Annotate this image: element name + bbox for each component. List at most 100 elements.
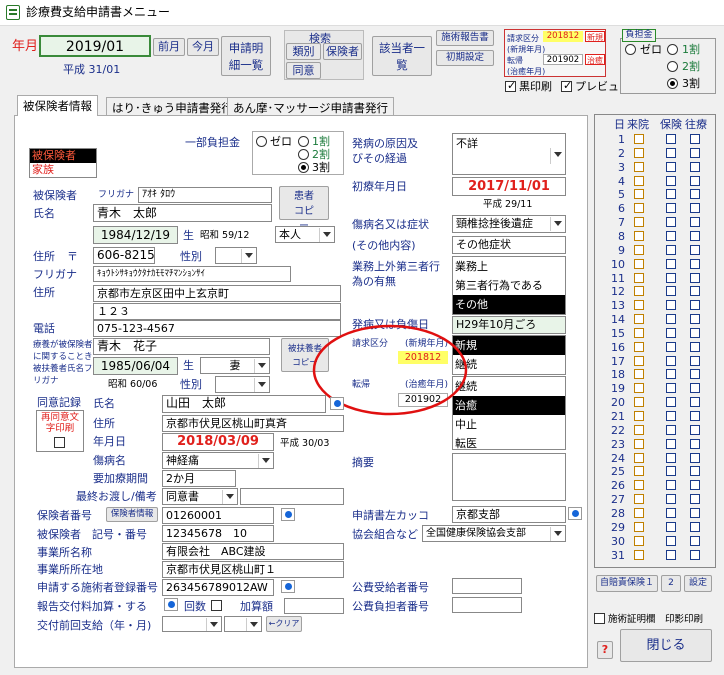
visit-checkbox[interactable] xyxy=(634,356,644,366)
visit-checkbox[interactable] xyxy=(634,453,644,463)
visit-checkbox[interactable] xyxy=(634,411,644,421)
burden-zero-radio[interactable] xyxy=(625,44,636,55)
relation-select[interactable]: 本人 xyxy=(275,226,335,243)
home-visit-checkbox[interactable] xyxy=(690,342,700,352)
insurance-checkbox[interactable] xyxy=(666,286,676,296)
third-party-list[interactable]: 業務上 第三者行為である その他 xyxy=(452,256,566,315)
office-address-field[interactable]: 京都市伏見区桃山町１ xyxy=(162,561,344,578)
home-visit-checkbox[interactable] xyxy=(690,300,700,310)
insurance-checkbox[interactable] xyxy=(666,522,676,532)
home-visit-checkbox[interactable] xyxy=(690,176,700,186)
visit-checkbox[interactable] xyxy=(634,134,644,144)
chevron-down-icon[interactable] xyxy=(258,454,272,468)
office-name-field[interactable]: 有限会社 ABC建設 xyxy=(162,543,344,560)
insurer-number-field[interactable]: 01260001 xyxy=(162,507,274,524)
details-field[interactable]: その他症状 xyxy=(452,236,566,254)
dependent-relation-select[interactable]: 妻 xyxy=(200,357,270,374)
chevron-down-icon[interactable] xyxy=(550,148,564,164)
chevron-down-icon[interactable] xyxy=(254,378,268,392)
tab-acupuncture[interactable]: はり･きゅう申請書発行 xyxy=(106,97,239,115)
home-visit-checkbox[interactable] xyxy=(690,425,700,435)
prev-month-button[interactable]: 前月 xyxy=(153,38,185,56)
insurance-checkbox[interactable] xyxy=(666,369,676,379)
patient-copy-button[interactable]: 患者コピー xyxy=(279,186,329,232)
visit-checkbox[interactable] xyxy=(634,231,644,241)
remarks-note-field[interactable] xyxy=(240,488,344,505)
postal-field[interactable]: 606-8215 xyxy=(93,247,155,264)
partial-one-radio[interactable] xyxy=(298,136,309,147)
insurance-checkbox[interactable] xyxy=(666,162,676,172)
home-visit-checkbox[interactable] xyxy=(690,466,700,476)
chevron-down-icon[interactable] xyxy=(222,490,236,504)
cert-checkbox[interactable] xyxy=(594,613,605,624)
insurance-checkbox[interactable] xyxy=(666,245,676,255)
remarks-field[interactable] xyxy=(452,453,566,501)
home-visit-checkbox[interactable] xyxy=(690,494,700,504)
home-visit-checkbox[interactable] xyxy=(690,369,700,379)
home-visit-checkbox[interactable] xyxy=(690,383,700,393)
chevron-down-icon[interactable] xyxy=(246,618,260,631)
insurance-checkbox[interactable] xyxy=(666,314,676,324)
consent-disease-select[interactable]: 神経痛 xyxy=(162,452,274,469)
insured-birth-field[interactable]: 1984/12/19 xyxy=(93,226,178,244)
dependent-gender-select[interactable] xyxy=(215,376,270,393)
insurance-checkbox[interactable] xyxy=(666,203,676,213)
tab-massage[interactable]: あん摩･マッサージ申請書発行 xyxy=(227,97,395,115)
visit-checkbox[interactable] xyxy=(634,300,644,310)
insurance-checkbox[interactable] xyxy=(666,300,676,310)
this-month-button[interactable]: 今月 xyxy=(187,38,219,56)
visit-checkbox[interactable] xyxy=(634,217,644,227)
home-visit-checkbox[interactable] xyxy=(690,273,700,283)
insurance-checkbox[interactable] xyxy=(666,217,676,227)
practitioner-report-button[interactable]: 施術報告書 xyxy=(436,30,494,46)
insurance-checkbox[interactable] xyxy=(666,536,676,546)
insurance-checkbox[interactable] xyxy=(666,231,676,241)
insurance-checkbox[interactable] xyxy=(666,134,676,144)
home-visit-checkbox[interactable] xyxy=(690,245,700,255)
visit-checkbox[interactable] xyxy=(634,176,644,186)
insurance-checkbox[interactable] xyxy=(666,508,676,518)
public-burden-field[interactable] xyxy=(452,597,522,613)
clear-button[interactable]: ←クリア xyxy=(266,616,302,632)
prev-month-select[interactable] xyxy=(224,616,262,632)
home-visit-checkbox[interactable] xyxy=(690,189,700,199)
address-line2-field[interactable]: １２３ xyxy=(93,303,341,320)
registration-button[interactable] xyxy=(281,580,295,593)
insurer-number-button[interactable] xyxy=(281,508,295,521)
consent-name-field[interactable]: 山田 太郎 xyxy=(162,395,326,413)
symbol-field[interactable]: 12345678 10 xyxy=(162,525,274,542)
visit-checkbox[interactable] xyxy=(634,328,644,338)
settings-button[interactable]: 設定 xyxy=(684,575,712,592)
chevron-down-icon[interactable] xyxy=(319,228,333,242)
consent-date-field[interactable]: 2018/03/09 xyxy=(162,433,274,451)
preview-checkbox[interactable]: ✓ xyxy=(561,80,572,92)
home-visit-checkbox[interactable] xyxy=(690,148,700,158)
dependent-birth-field[interactable]: 1985/06/04 xyxy=(93,357,178,375)
home-visit-checkbox[interactable] xyxy=(690,231,700,241)
insured-name-field[interactable]: 青木 太郎 xyxy=(93,204,272,222)
insurance-checkbox[interactable] xyxy=(666,356,676,366)
partial-three-radio[interactable] xyxy=(298,162,309,173)
insurance-checkbox[interactable] xyxy=(666,176,676,186)
close-button[interactable]: 閉じる xyxy=(620,629,712,662)
home-visit-checkbox[interactable] xyxy=(690,203,700,213)
third-party-option[interactable]: 第三者行為である xyxy=(453,276,565,295)
home-visit-checkbox[interactable] xyxy=(690,508,700,518)
first-visit-field[interactable]: 2017/11/01 xyxy=(452,177,566,196)
visit-checkbox[interactable] xyxy=(634,466,644,476)
insurance-checkbox[interactable] xyxy=(666,342,676,352)
home-visit-checkbox[interactable] xyxy=(690,259,700,269)
cause-field[interactable]: 不詳 xyxy=(452,133,566,175)
search-same-button[interactable]: 同意 xyxy=(286,62,321,79)
visit-checkbox[interactable] xyxy=(634,425,644,435)
insurance-checkbox[interactable] xyxy=(666,148,676,158)
insurer-info-button[interactable]: 保険者情報 xyxy=(106,507,158,522)
burden-three-radio[interactable] xyxy=(667,78,678,89)
visit-checkbox[interactable] xyxy=(634,536,644,546)
home-visit-checkbox[interactable] xyxy=(690,522,700,532)
self-pay-insurance-button[interactable]: 自賠責保険１ xyxy=(596,575,658,592)
home-visit-checkbox[interactable] xyxy=(690,162,700,172)
insured-type-list[interactable]: 被保険者 家族 xyxy=(29,148,97,178)
registration-field[interactable]: 263456789012AW xyxy=(162,579,274,596)
visit-checkbox[interactable] xyxy=(634,273,644,283)
